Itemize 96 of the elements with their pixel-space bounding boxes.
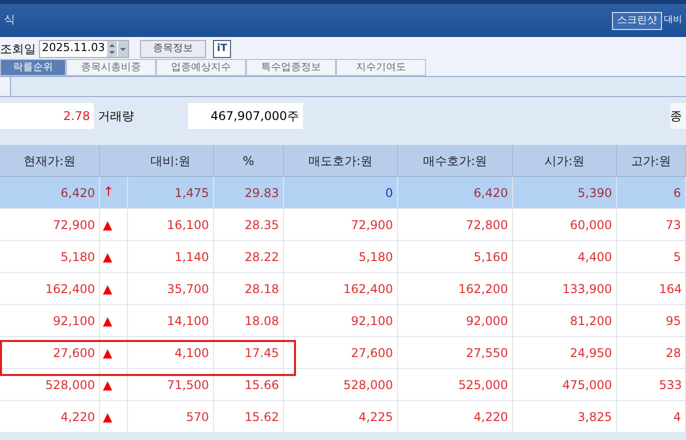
column-header: 고가:원 (617, 145, 686, 176)
table-cell: 28 (617, 337, 686, 368)
tab[interactable]: 지수기여도 (336, 59, 426, 76)
table-cell: 16,100 (128, 209, 214, 240)
column-header: 매도호가:원 (284, 145, 398, 176)
tab[interactable]: 락률순위 (0, 59, 66, 76)
change-sign: ▲ (103, 410, 112, 422)
table-cell: 1,140 (128, 241, 214, 272)
table-row[interactable]: 6,420 ↑ 1,475 29.83 0 6,420 5,390 6 (0, 177, 686, 209)
table-cell: 4,100 (128, 337, 214, 368)
table-cell: 29.83 (214, 177, 284, 208)
table-cell: 81,200 (513, 305, 617, 336)
summary-label: 종 (670, 103, 686, 129)
table-cell: 4,220 (398, 401, 513, 432)
change-sign: ▲ (103, 218, 112, 230)
date-field[interactable]: 2025.11.03 (39, 40, 129, 58)
table-row[interactable]: 4,220 ▲ 570 15.62 4,225 4,220 3,825 4 (0, 401, 686, 433)
volume-label: 거래량 (97, 108, 135, 125)
change-sign: ↑ (103, 186, 114, 199)
table-cell: 5 (617, 241, 686, 272)
table-cell: 4,225 (284, 401, 398, 432)
table-cell: 18.08 (214, 305, 284, 336)
table-cell: 162,400 (0, 273, 100, 304)
table-cell: 6,420 (398, 177, 513, 208)
table-cell: 95 (617, 305, 686, 336)
column-header: 매수호가:원 (398, 145, 513, 176)
table-cell: 528,000 (284, 369, 398, 400)
table-cell: 72,900 (0, 209, 100, 240)
table-cell: 6,420 (0, 177, 100, 208)
table-cell: 17.45 (214, 337, 284, 368)
table-cell: 73 (617, 209, 686, 240)
table-row[interactable]: 528,000 ▲ 71,500 15.66 528,000 525,000 475,000 533 (0, 369, 686, 401)
table-cell: 3,825 (513, 401, 617, 432)
table-cell: 162,200 (398, 273, 513, 304)
column-header: 현재가:원 (0, 145, 100, 176)
table-cell: 5,180 (284, 241, 398, 272)
change-sign: ▲ (103, 282, 112, 294)
table-cell: 24,950 (513, 337, 617, 368)
table-row[interactable]: 92,100 ▲ 14,100 18.08 92,100 92,000 81,200 95 (0, 305, 686, 337)
table-row[interactable]: 5,180 ▲ 1,140 28.22 5,180 5,160 4,400 5 (0, 241, 686, 273)
table-cell: 0 (284, 177, 398, 208)
rate-value: 2.78 (0, 103, 94, 129)
font-button[interactable]: iT (212, 40, 232, 58)
change-sign: ▲ (103, 378, 112, 390)
table-cell: 71,500 (128, 369, 214, 400)
change-sign: ▲ (103, 346, 112, 358)
table-cell: 28.35 (214, 209, 284, 240)
table-cell: 4,220 (0, 401, 100, 432)
table-cell: 15.66 (214, 369, 284, 400)
screenshot-button[interactable]: 스크린샷 (612, 12, 662, 30)
column-header: 대비:원 (128, 145, 214, 176)
table-cell: 92,100 (0, 305, 100, 336)
volume-value: 467,907,000주 (188, 103, 303, 129)
date-label: 조회일 (0, 40, 36, 58)
table-cell: 528,000 (0, 369, 100, 400)
table-cell: 72,800 (398, 209, 513, 240)
title-extra-text: 대비 (664, 14, 682, 27)
table-cell: 92,100 (284, 305, 398, 336)
tab[interactable]: 종목시총비중 (66, 59, 156, 76)
table-cell: 28.18 (214, 273, 284, 304)
spin-arrows-icon[interactable] (106, 40, 117, 56)
table-cell: 15.62 (214, 401, 284, 432)
table-cell: 27,550 (398, 337, 513, 368)
change-sign: ▲ (103, 250, 112, 262)
table-cell: 6 (617, 177, 686, 208)
table-cell: 35,700 (128, 273, 214, 304)
table-row[interactable]: 27,600 ▲ 4,100 17.45 27,600 27,550 24,950 28 (0, 337, 686, 369)
table-cell: 72,900 (284, 209, 398, 240)
table-cell: 133,900 (513, 273, 617, 304)
table-row[interactable]: 162,400 ▲ 35,700 28.18 162,400 162,200 133,900 164 (0, 273, 686, 305)
window-title: 식 (4, 12, 15, 28)
table-cell: 4 (617, 401, 686, 432)
table-cell: 27,600 (284, 337, 398, 368)
table-cell: 27,600 (0, 337, 100, 368)
table-cell: 525,000 (398, 369, 513, 400)
table-cell: 92,000 (398, 305, 513, 336)
table-cell: 5,160 (398, 241, 513, 272)
table-cell: 14,100 (128, 305, 214, 336)
table-row[interactable]: 72,900 ▲ 16,100 28.35 72,900 72,800 60,000 73 (0, 209, 686, 241)
table-cell: 5,390 (513, 177, 617, 208)
table-cell: 162,400 (284, 273, 398, 304)
table-cell: 5,180 (0, 241, 100, 272)
table-cell: 4,400 (513, 241, 617, 272)
table-cell: 475,000 (513, 369, 617, 400)
table-cell: 28.22 (214, 241, 284, 272)
stock-info-button[interactable]: 종목정보 (140, 40, 206, 58)
table-cell: 1,475 (128, 177, 214, 208)
table-cell: 570 (128, 401, 214, 432)
tab[interactable]: 특수업종정보 (246, 59, 336, 76)
table-cell: 164 (617, 273, 686, 304)
change-sign: ▲ (103, 314, 112, 326)
column-header: 시가:원 (513, 145, 617, 176)
table-cell: 533 (617, 369, 686, 400)
table-cell: 60,000 (513, 209, 617, 240)
tab[interactable]: 업종예상지수 (156, 59, 246, 76)
column-header: % (214, 145, 284, 176)
